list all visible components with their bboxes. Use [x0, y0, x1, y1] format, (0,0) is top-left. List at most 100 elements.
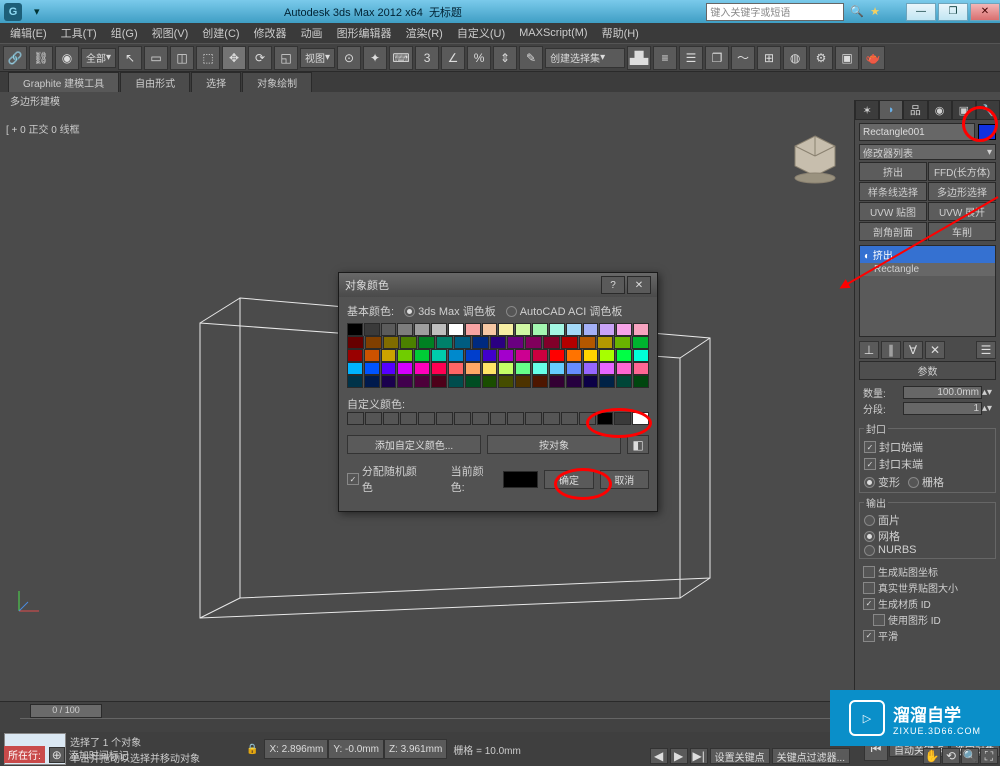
curve-editor-icon[interactable]: 〜	[731, 46, 755, 70]
render-setup-icon[interactable]: ⚙	[809, 46, 833, 70]
custom-swatch[interactable]	[418, 412, 435, 425]
custom-swatch[interactable]	[436, 412, 453, 425]
custom-swatch[interactable]	[472, 412, 489, 425]
color-swatch[interactable]	[549, 323, 565, 336]
smooth-checkbox[interactable]: ✓	[863, 630, 875, 642]
add-custom-color-button[interactable]: 添加自定义颜色...	[347, 435, 481, 454]
menu-渲染(R)[interactable]: 渲染(R)	[400, 24, 449, 42]
color-swatch[interactable]	[381, 362, 397, 375]
render-icon[interactable]: 🫖	[861, 46, 885, 70]
color-swatch[interactable]	[414, 362, 430, 375]
create-tab-icon[interactable]: ✶	[855, 100, 879, 120]
color-swatch[interactable]	[566, 323, 582, 336]
snap-percent-icon[interactable]: %	[467, 46, 491, 70]
color-swatch[interactable]	[381, 349, 397, 362]
color-swatch[interactable]	[633, 349, 649, 362]
color-swatch[interactable]	[414, 323, 430, 336]
tab-selection[interactable]: 选择	[191, 72, 241, 92]
prev-key-icon[interactable]: ◀	[650, 748, 668, 764]
color-swatch[interactable]	[383, 336, 400, 349]
color-swatch[interactable]	[566, 375, 582, 388]
select-name-icon[interactable]: ▭	[144, 46, 168, 70]
menu-修改器[interactable]: 修改器	[248, 24, 293, 42]
color-swatch[interactable]	[515, 349, 531, 362]
color-swatch[interactable]	[490, 336, 507, 349]
modbtn[interactable]: 挤出	[859, 162, 927, 181]
color-swatch[interactable]	[543, 336, 560, 349]
modify-tab-icon[interactable]: ◗	[879, 100, 903, 120]
color-swatch[interactable]	[498, 375, 514, 388]
help-search[interactable]: 键入关键字或短语	[706, 3, 844, 21]
next-key-icon[interactable]: ▶|	[690, 748, 708, 764]
color-swatch[interactable]	[397, 349, 413, 362]
menu-帮助(H)[interactable]: 帮助(H)	[596, 24, 645, 42]
color-swatch[interactable]	[525, 336, 542, 349]
menu-图形编辑器[interactable]: 图形编辑器	[331, 24, 398, 42]
color-swatch[interactable]	[532, 362, 548, 375]
custom-swatch[interactable]	[543, 412, 560, 425]
color-swatch[interactable]	[515, 375, 531, 388]
snap-3d-icon[interactable]: 3	[415, 46, 439, 70]
show-end-icon[interactable]: ∥	[881, 341, 901, 359]
color-swatch[interactable]	[364, 323, 380, 336]
color-swatch[interactable]	[599, 349, 615, 362]
ref-coord[interactable]: 视图 ▾	[300, 48, 335, 68]
color-swatch[interactable]	[616, 362, 632, 375]
color-swatch[interactable]	[532, 323, 548, 336]
genmap-checkbox[interactable]	[863, 566, 875, 578]
color-swatch[interactable]	[364, 349, 380, 362]
cap-end-checkbox[interactable]: ✓	[864, 458, 876, 470]
custom-swatch[interactable]	[454, 412, 471, 425]
color-swatch[interactable]	[616, 375, 632, 388]
amount-spinner[interactable]: 100.0mm	[903, 386, 982, 399]
color-swatch[interactable]	[583, 323, 599, 336]
color-swatch[interactable]	[448, 323, 464, 336]
color-swatch[interactable]	[347, 375, 363, 388]
color-swatch[interactable]	[397, 362, 413, 375]
named-selset[interactable]: 创建选择集 ▾	[545, 48, 625, 68]
bind-icon[interactable]: ◉	[55, 46, 79, 70]
custom-swatch[interactable]	[597, 412, 614, 425]
color-swatch[interactable]	[566, 349, 582, 362]
segments-spinner[interactable]: 1	[903, 402, 982, 415]
color-swatch[interactable]	[583, 349, 599, 362]
y-coord[interactable]: Y: -0.0mm	[328, 739, 384, 759]
color-swatch[interactable]	[347, 362, 363, 375]
menu-编辑(E)[interactable]: 编辑(E)	[4, 24, 53, 42]
custom-swatch[interactable]	[365, 412, 382, 425]
custom-swatch[interactable]	[561, 412, 578, 425]
pivot-icon[interactable]: ⊙	[337, 46, 361, 70]
select-icon[interactable]: ↖	[118, 46, 142, 70]
color-swatch[interactable]	[381, 323, 397, 336]
dialog-title-bar[interactable]: 对象颜色 ? ✕	[339, 273, 657, 297]
color-swatch[interactable]	[465, 375, 481, 388]
orbit-icon[interactable]: ⟲	[942, 748, 960, 764]
maximize-button[interactable]: ❐	[938, 3, 968, 21]
selection-filter[interactable]: 全部 ▾	[81, 48, 116, 68]
color-swatch[interactable]	[597, 336, 614, 349]
color-swatch[interactable]	[347, 323, 363, 336]
useshape-checkbox[interactable]	[873, 614, 885, 626]
color-swatch[interactable]	[400, 336, 417, 349]
color-swatch[interactable]	[431, 349, 447, 362]
motion-tab-icon[interactable]: ◉	[928, 100, 952, 120]
color-swatch[interactable]	[566, 362, 582, 375]
custom-swatch[interactable]	[507, 412, 524, 425]
color-swatch[interactable]	[561, 336, 578, 349]
color-swatch[interactable]	[482, 375, 498, 388]
color-swatch[interactable]	[364, 362, 380, 375]
pin-stack-icon[interactable]: ⊥	[859, 341, 879, 359]
color-swatch[interactable]	[583, 375, 599, 388]
color-swatch[interactable]	[616, 323, 632, 336]
color-swatch[interactable]	[465, 349, 481, 362]
menu-自定义(U)[interactable]: 自定义(U)	[451, 24, 511, 42]
color-swatch[interactable]	[507, 336, 524, 349]
color-swatch[interactable]	[454, 336, 471, 349]
tab-graphite[interactable]: Graphite 建模工具	[8, 72, 119, 92]
color-swatch[interactable]	[515, 362, 531, 375]
color-swatch[interactable]	[397, 375, 413, 388]
modbtn[interactable]: UVW 展开	[928, 202, 996, 221]
color-swatch[interactable]	[633, 375, 649, 388]
color-swatch[interactable]	[498, 362, 514, 375]
stack-item-extrude[interactable]: ◐ 挤出	[860, 246, 995, 263]
